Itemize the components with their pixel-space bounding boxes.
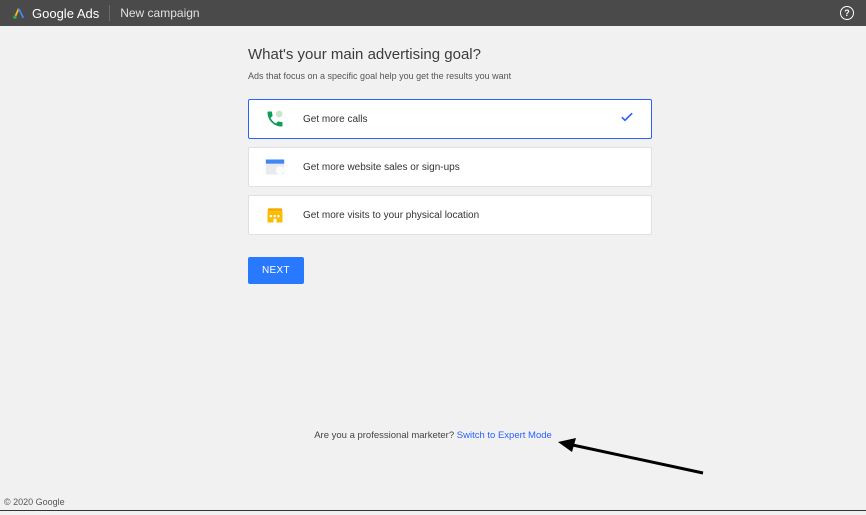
top-bar: Google Ads New campaign ? <box>0 0 866 26</box>
phone-icon <box>265 109 285 129</box>
google-ads-logo-icon <box>12 6 26 20</box>
goal-option-calls[interactable]: Get more calls <box>248 99 652 139</box>
page-subheading: Ads that focus on a specific goal help y… <box>248 71 652 81</box>
goal-option-label: Get more calls <box>303 114 367 125</box>
header-divider <box>109 5 110 21</box>
expert-mode-prompt: Are you a professional marketer? Switch … <box>0 430 866 441</box>
copyright-text: © 2020 Google <box>4 497 65 507</box>
bottom-border <box>0 510 866 511</box>
goal-option-location[interactable]: Get more visits to your physical locatio… <box>248 195 652 235</box>
goal-option-label: Get more visits to your physical locatio… <box>303 210 479 221</box>
goal-option-label: Get more website sales or sign-ups <box>303 162 460 173</box>
expert-mode-text: Are you a professional marketer? <box>314 430 457 441</box>
store-icon <box>265 205 285 225</box>
help-icon[interactable]: ? <box>840 6 854 20</box>
expert-mode-link[interactable]: Switch to Expert Mode <box>457 430 552 441</box>
logo-group: Google Ads <box>12 6 99 21</box>
browser-icon <box>265 157 285 177</box>
main-content: What's your main advertising goal? Ads t… <box>0 26 866 284</box>
product-name: Google Ads <box>32 6 99 21</box>
page-heading: What's your main advertising goal? <box>248 46 652 63</box>
annotation-arrow-icon <box>558 438 708 478</box>
checkmark-icon <box>619 109 635 130</box>
next-button[interactable]: NEXT <box>248 257 304 284</box>
goal-option-website[interactable]: Get more website sales or sign-ups <box>248 147 652 187</box>
page-name: New campaign <box>120 6 199 20</box>
